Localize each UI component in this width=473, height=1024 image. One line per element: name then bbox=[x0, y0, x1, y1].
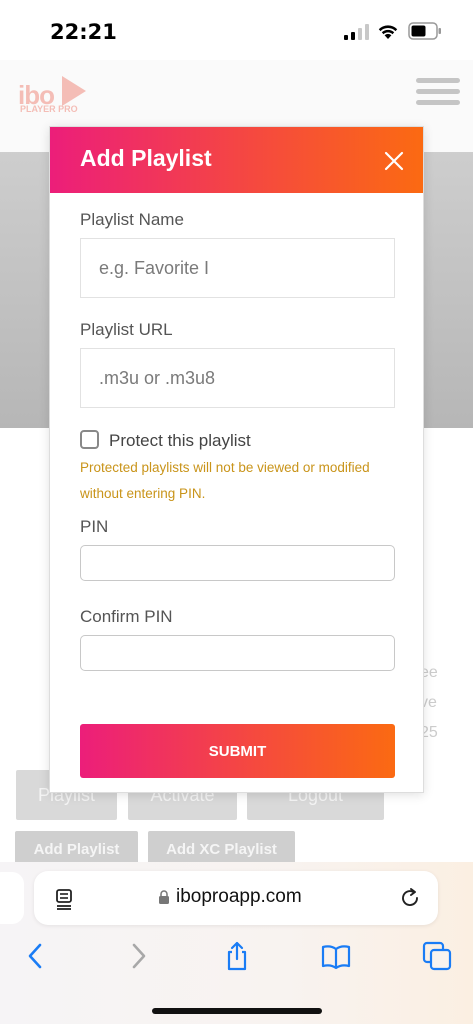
previous-tab-peek[interactable] bbox=[0, 872, 24, 924]
cellular-signal-icon bbox=[344, 24, 369, 40]
reader-mode-icon[interactable] bbox=[52, 887, 76, 911]
home-indicator bbox=[152, 1008, 322, 1014]
submit-button[interactable]: SUBMIT bbox=[80, 724, 395, 778]
share-icon[interactable] bbox=[222, 941, 252, 971]
status-time: 22:21 bbox=[50, 20, 117, 44]
hamburger-menu-icon[interactable] bbox=[416, 78, 460, 108]
url-text: iboproapp.com bbox=[176, 886, 302, 907]
playlist-url-input[interactable] bbox=[80, 348, 395, 408]
playlist-name-input[interactable] bbox=[80, 238, 395, 298]
protect-help-text: Protected playlists will not be viewed o… bbox=[80, 460, 370, 501]
add-playlist-modal: Add Playlist Playlist Name Playlist URL … bbox=[49, 126, 424, 793]
address-bar[interactable]: iboproapp.com bbox=[34, 871, 438, 925]
pin-input[interactable] bbox=[80, 545, 395, 581]
modal-title: Add Playlist bbox=[80, 145, 212, 171]
protect-playlist-label[interactable]: Protect this playlist bbox=[109, 431, 251, 451]
playlist-url-label: Playlist URL bbox=[80, 320, 173, 339]
protect-playlist-checkbox[interactable] bbox=[80, 430, 99, 449]
bookmarks-icon[interactable] bbox=[321, 941, 351, 971]
confirm-pin-label: Confirm PIN bbox=[80, 607, 173, 626]
wifi-icon bbox=[378, 25, 398, 39]
modal-header: Add Playlist bbox=[50, 127, 423, 193]
close-icon[interactable] bbox=[384, 151, 404, 171]
forward-icon[interactable] bbox=[123, 941, 153, 971]
confirm-pin-input[interactable] bbox=[80, 635, 395, 671]
reload-icon[interactable] bbox=[398, 886, 422, 910]
battery-icon bbox=[408, 22, 441, 40]
pin-label: PIN bbox=[80, 517, 109, 536]
lock-icon bbox=[159, 890, 169, 904]
playlist-name-label: Playlist Name bbox=[80, 210, 184, 229]
back-icon[interactable] bbox=[21, 941, 51, 971]
tabs-icon[interactable] bbox=[422, 941, 452, 971]
ibo-player-pro-logo: ibo PLAYER PRO bbox=[18, 68, 92, 118]
status-bar: 22:21 bbox=[0, 0, 473, 60]
